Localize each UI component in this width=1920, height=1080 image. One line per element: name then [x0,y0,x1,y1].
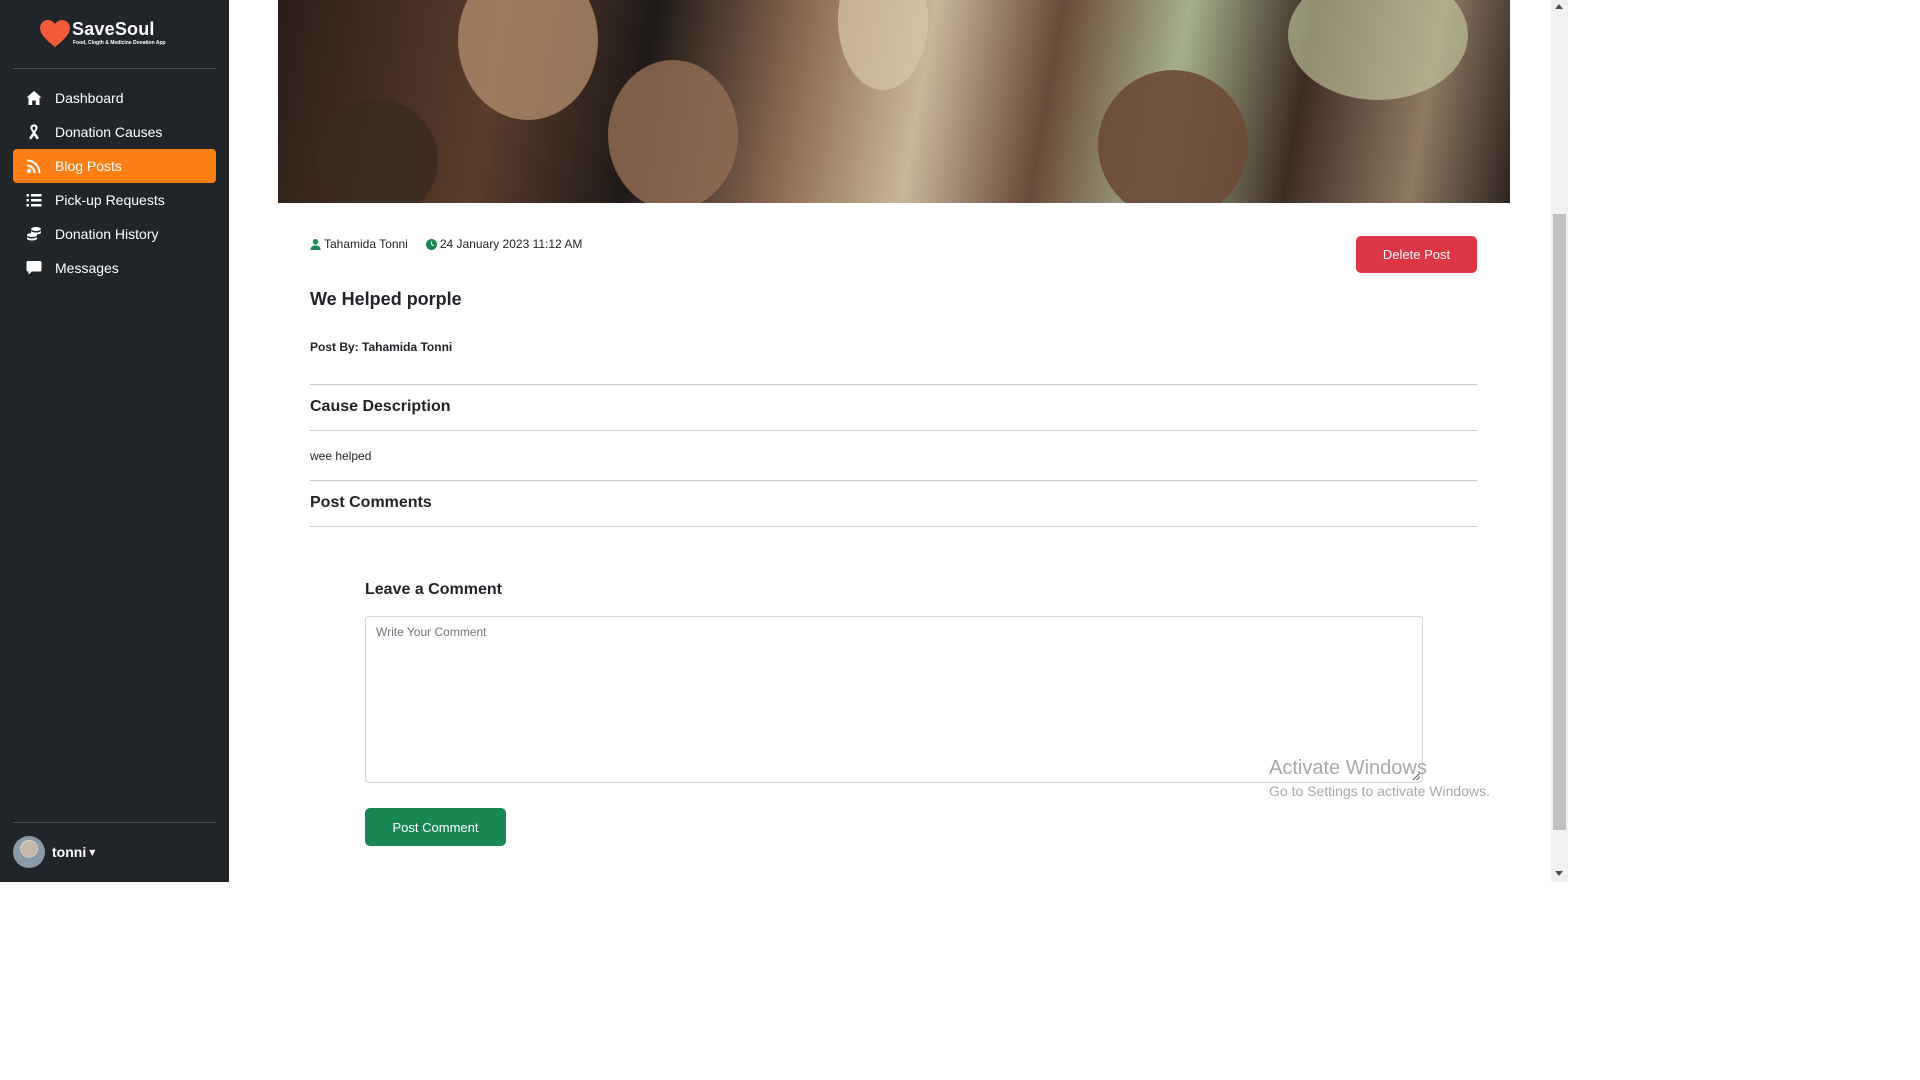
scroll-down-icon[interactable] [1555,871,1563,876]
sidebar: SaveSoul Food, Clogth & Medicine Donatio… [0,0,229,882]
sidebar-item-label: Donation History [55,226,159,242]
post-meta: Tahamida Tonni 24 January 2023 11:12 AM [310,237,600,251]
post-author-meta: Tahamida Tonni [310,237,408,251]
comment-input[interactable] [365,616,1423,783]
post-date-meta: 24 January 2023 11:12 AM [425,237,583,251]
user-name: tonni [52,844,87,860]
avatar [13,836,45,868]
sidebar-item-blog-posts[interactable]: Blog Posts [13,149,216,183]
post-author: Tahamida Tonni [324,237,408,251]
sidebar-item-pickup-requests[interactable]: Pick-up Requests [13,183,216,217]
divider [310,480,1477,481]
sidebar-divider-top [13,68,216,69]
sidebar-item-label: Pick-up Requests [55,192,165,208]
divider [310,526,1477,527]
scrollbar-thumb[interactable] [1553,214,1566,830]
sidebar-item-donation-history[interactable]: Donation History [13,217,216,251]
ribbon-icon [25,123,43,141]
post-title: We Helped porple [310,289,462,309]
home-icon [25,89,43,107]
cause-description-text: wee helped [310,449,372,463]
brand-logo[interactable]: SaveSoul Food, Clogth & Medicine Donatio… [40,18,190,52]
brand-name: SaveSoul [72,19,155,39]
watermark-title: Activate Windows [1269,757,1427,779]
sidebar-item-label: Dashboard [55,90,124,106]
sidebar-item-label: Donation Causes [55,124,163,140]
user-menu[interactable]: tonni ▼ [13,836,95,868]
brand-tagline: Food, Clogth & Medicine Donation App [73,40,166,46]
post-datetime: 24 January 2023 11:12 AM [439,237,583,251]
sidebar-item-messages[interactable]: Messages [13,251,216,285]
post-by: Post By: Tahamida Tonni [310,340,453,354]
delete-post-button[interactable]: Delete Post [1356,236,1477,273]
sidebar-divider-bottom [13,822,216,823]
cause-description-heading: Cause Description [310,398,451,415]
blog-icon [25,157,43,175]
post-cover-image [278,0,1510,203]
sidebar-item-donation-causes[interactable]: Donation Causes [13,115,216,149]
scroll-up-icon[interactable] [1555,4,1563,9]
heart-icon [40,20,70,48]
divider [310,384,1477,385]
activate-windows-watermark: Activate Windows Go to Settings to activ… [1269,757,1490,799]
clock-icon [425,238,437,250]
user-icon [310,238,321,250]
coins-icon [25,225,43,243]
sidebar-item-label: Blog Posts [55,158,122,174]
sidebar-nav: Dashboard Donation Causes Blog Posts Pic… [13,81,216,285]
page-scrollbar[interactable] [1551,0,1568,882]
divider [310,430,1477,431]
watermark-subtitle: Go to Settings to activate Windows. [1269,783,1490,799]
list-icon [25,191,43,209]
post-comment-button[interactable]: Post Comment [365,808,506,846]
post-comments-heading: Post Comments [310,494,432,511]
sidebar-item-label: Messages [55,260,119,276]
leave-comment-heading: Leave a Comment [365,581,502,598]
sidebar-item-dashboard[interactable]: Dashboard [13,81,216,115]
caret-down-icon: ▼ [89,847,96,857]
message-icon [25,259,43,277]
